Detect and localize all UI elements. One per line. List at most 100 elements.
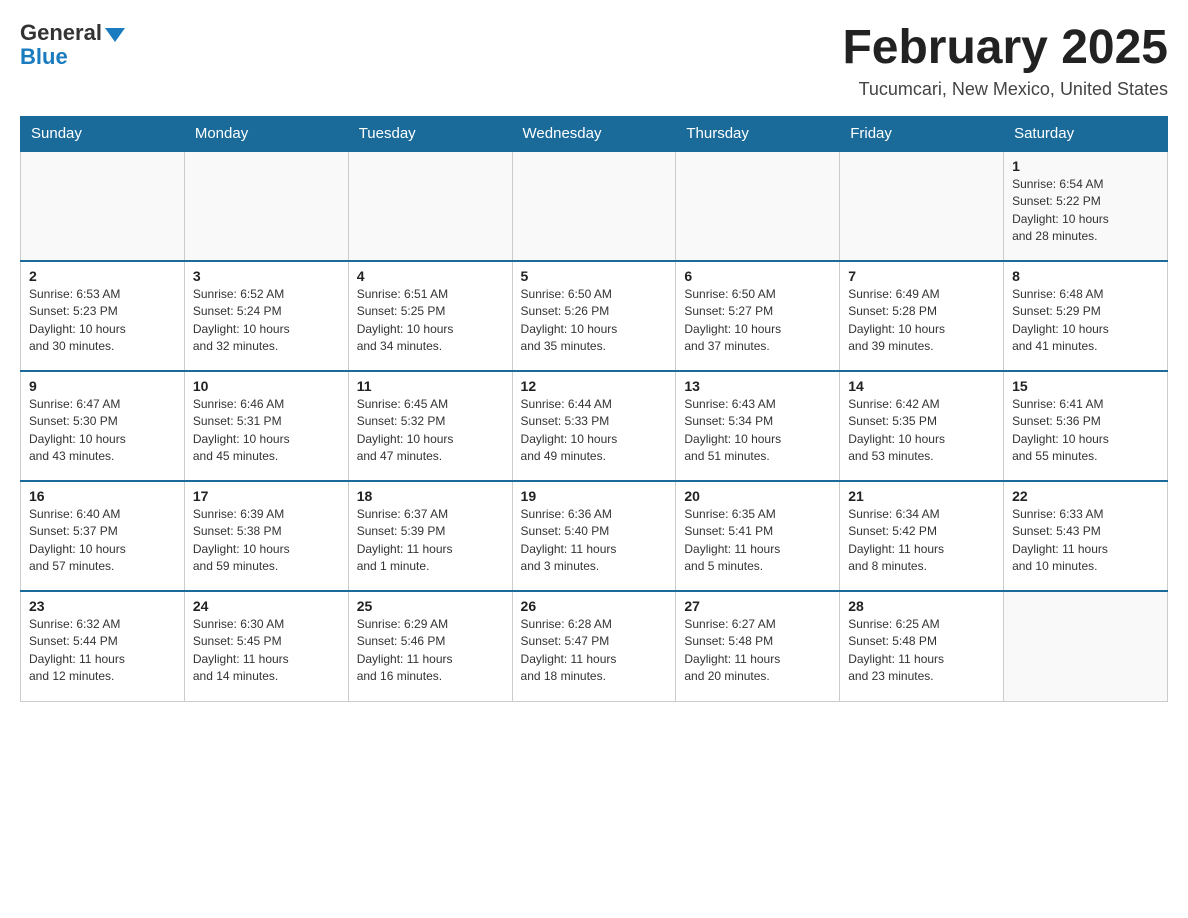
calendar-cell: 7 Sunrise: 6:49 AMSunset: 5:28 PMDaylight… [840, 261, 1004, 371]
day-headers-row: SundayMondayTuesdayWednesdayThursdayFrid… [21, 117, 1168, 152]
day-number: 13 [684, 378, 831, 394]
day-number: 4 [357, 268, 504, 284]
day-number: 27 [684, 598, 831, 614]
calendar-cell: 2 Sunrise: 6:53 AMSunset: 5:23 PMDaylight… [21, 261, 185, 371]
calendar-cell [1004, 591, 1168, 701]
calendar-cell: 24 Sunrise: 6:30 AMSunset: 5:45 PMDayligh… [184, 591, 348, 701]
day-info: Sunrise: 6:27 AMSunset: 5:48 PMDaylight:… [684, 616, 831, 686]
calendar-header: SundayMondayTuesdayWednesdayThursdayFrid… [21, 117, 1168, 152]
day-number: 12 [521, 378, 668, 394]
logo-arrow-icon [105, 28, 125, 42]
day-number: 17 [193, 488, 340, 504]
calendar-cell: 22 Sunrise: 6:33 AMSunset: 5:43 PMDayligh… [1004, 481, 1168, 591]
logo: General Blue [20, 20, 125, 70]
calendar-body: 1 Sunrise: 6:54 AMSunset: 5:22 PMDaylight… [21, 151, 1168, 701]
calendar-cell: 13 Sunrise: 6:43 AMSunset: 5:34 PMDayligh… [676, 371, 840, 481]
day-info: Sunrise: 6:48 AMSunset: 5:29 PMDaylight:… [1012, 286, 1159, 356]
calendar-week-2: 2 Sunrise: 6:53 AMSunset: 5:23 PMDaylight… [21, 261, 1168, 371]
day-info: Sunrise: 6:33 AMSunset: 5:43 PMDaylight:… [1012, 506, 1159, 576]
calendar-cell: 19 Sunrise: 6:36 AMSunset: 5:40 PMDayligh… [512, 481, 676, 591]
calendar-cell: 3Sunrise: 6:52 AMSunset: 5:24 PMDaylight… [184, 261, 348, 371]
day-number: 22 [1012, 488, 1159, 504]
calendar-cell: 1 Sunrise: 6:54 AMSunset: 5:22 PMDaylight… [1004, 151, 1168, 261]
day-number: 1 [1012, 158, 1159, 174]
day-number: 6 [684, 268, 831, 284]
day-number: 28 [848, 598, 995, 614]
calendar-cell: 6 Sunrise: 6:50 AMSunset: 5:27 PMDaylight… [676, 261, 840, 371]
calendar-week-4: 16 Sunrise: 6:40 AMSunset: 5:37 PMDayligh… [21, 481, 1168, 591]
day-info: Sunrise: 6:39 AMSunset: 5:38 PMDaylight:… [193, 506, 340, 576]
calendar-cell: 18Sunrise: 6:37 AMSunset: 5:39 PMDayligh… [348, 481, 512, 591]
page-header: General Blue February 2025 Tucumcari, Ne… [20, 20, 1168, 100]
calendar-cell [184, 151, 348, 261]
calendar-cell: 20 Sunrise: 6:35 AMSunset: 5:41 PMDayligh… [676, 481, 840, 591]
calendar-cell: 26 Sunrise: 6:28 AMSunset: 5:47 PMDayligh… [512, 591, 676, 701]
day-info: Sunrise: 6:54 AMSunset: 5:22 PMDaylight:… [1012, 176, 1159, 246]
day-info: Sunrise: 6:40 AMSunset: 5:37 PMDaylight:… [29, 506, 176, 576]
calendar-cell: 8 Sunrise: 6:48 AMSunset: 5:29 PMDaylight… [1004, 261, 1168, 371]
calendar-week-3: 9 Sunrise: 6:47 AMSunset: 5:30 PMDaylight… [21, 371, 1168, 481]
day-info: Sunrise: 6:32 AMSunset: 5:44 PMDaylight:… [29, 616, 176, 686]
calendar-cell [676, 151, 840, 261]
calendar-cell: 5Sunrise: 6:50 AMSunset: 5:26 PMDaylight… [512, 261, 676, 371]
day-info: Sunrise: 6:49 AMSunset: 5:28 PMDaylight:… [848, 286, 995, 356]
calendar-cell: 11Sunrise: 6:45 AMSunset: 5:32 PMDayligh… [348, 371, 512, 481]
day-number: 16 [29, 488, 176, 504]
day-number: 25 [357, 598, 504, 614]
day-header-thursday: Thursday [676, 117, 840, 152]
day-number: 24 [193, 598, 340, 614]
calendar-week-5: 23 Sunrise: 6:32 AMSunset: 5:44 PMDayligh… [21, 591, 1168, 701]
calendar-cell: 9 Sunrise: 6:47 AMSunset: 5:30 PMDaylight… [21, 371, 185, 481]
day-number: 8 [1012, 268, 1159, 284]
day-number: 21 [848, 488, 995, 504]
day-info: Sunrise: 6:34 AMSunset: 5:42 PMDaylight:… [848, 506, 995, 576]
day-number: 9 [29, 378, 176, 394]
day-header-friday: Friday [840, 117, 1004, 152]
calendar-cell: 4 Sunrise: 6:51 AMSunset: 5:25 PMDaylight… [348, 261, 512, 371]
day-header-tuesday: Tuesday [348, 117, 512, 152]
calendar-title: February 2025 [842, 20, 1168, 75]
calendar-cell: 15 Sunrise: 6:41 AMSunset: 5:36 PMDayligh… [1004, 371, 1168, 481]
day-info: Sunrise: 6:47 AMSunset: 5:30 PMDaylight:… [29, 396, 176, 466]
calendar-cell: 10 Sunrise: 6:46 AMSunset: 5:31 PMDayligh… [184, 371, 348, 481]
day-info: Sunrise: 6:30 AMSunset: 5:45 PMDaylight:… [193, 616, 340, 686]
day-info: Sunrise: 6:35 AMSunset: 5:41 PMDaylight:… [684, 506, 831, 576]
day-info: Sunrise: 6:41 AMSunset: 5:36 PMDaylight:… [1012, 396, 1159, 466]
day-info: Sunrise: 6:43 AMSunset: 5:34 PMDaylight:… [684, 396, 831, 466]
calendar-cell: 12 Sunrise: 6:44 AMSunset: 5:33 PMDayligh… [512, 371, 676, 481]
calendar-cell: 14 Sunrise: 6:42 AMSunset: 5:35 PMDayligh… [840, 371, 1004, 481]
day-number: 20 [684, 488, 831, 504]
title-block: February 2025 Tucumcari, New Mexico, Uni… [842, 20, 1168, 100]
day-info: Sunrise: 6:51 AMSunset: 5:25 PMDaylight:… [357, 286, 504, 356]
day-info: Sunrise: 6:50 AMSunset: 5:27 PMDaylight:… [684, 286, 831, 356]
day-info: Sunrise: 6:53 AMSunset: 5:23 PMDaylight:… [29, 286, 176, 356]
day-info: Sunrise: 6:37 AMSunset: 5:39 PMDaylight:… [357, 506, 504, 576]
calendar-cell [348, 151, 512, 261]
day-info: Sunrise: 6:42 AMSunset: 5:35 PMDaylight:… [848, 396, 995, 466]
calendar-cell [512, 151, 676, 261]
day-number: 2 [29, 268, 176, 284]
calendar-cell: 16 Sunrise: 6:40 AMSunset: 5:37 PMDayligh… [21, 481, 185, 591]
calendar-cell: 28Sunrise: 6:25 AMSunset: 5:48 PMDayligh… [840, 591, 1004, 701]
day-header-sunday: Sunday [21, 117, 185, 152]
day-number: 10 [193, 378, 340, 394]
day-info: Sunrise: 6:29 AMSunset: 5:46 PMDaylight:… [357, 616, 504, 686]
day-number: 23 [29, 598, 176, 614]
day-info: Sunrise: 6:46 AMSunset: 5:31 PMDaylight:… [193, 396, 340, 466]
day-info: Sunrise: 6:28 AMSunset: 5:47 PMDaylight:… [521, 616, 668, 686]
calendar-week-1: 1 Sunrise: 6:54 AMSunset: 5:22 PMDaylight… [21, 151, 1168, 261]
day-number: 14 [848, 378, 995, 394]
day-info: Sunrise: 6:52 AMSunset: 5:24 PMDaylight:… [193, 286, 340, 356]
day-info: Sunrise: 6:36 AMSunset: 5:40 PMDaylight:… [521, 506, 668, 576]
day-number: 26 [521, 598, 668, 614]
day-number: 7 [848, 268, 995, 284]
location-subtitle: Tucumcari, New Mexico, United States [842, 79, 1168, 100]
day-info: Sunrise: 6:50 AMSunset: 5:26 PMDaylight:… [521, 286, 668, 356]
day-number: 19 [521, 488, 668, 504]
day-number: 15 [1012, 378, 1159, 394]
calendar-cell: 25 Sunrise: 6:29 AMSunset: 5:46 PMDayligh… [348, 591, 512, 701]
day-info: Sunrise: 6:44 AMSunset: 5:33 PMDaylight:… [521, 396, 668, 466]
calendar-cell [840, 151, 1004, 261]
calendar-cell: 17 Sunrise: 6:39 AMSunset: 5:38 PMDayligh… [184, 481, 348, 591]
calendar-cell: 21 Sunrise: 6:34 AMSunset: 5:42 PMDayligh… [840, 481, 1004, 591]
